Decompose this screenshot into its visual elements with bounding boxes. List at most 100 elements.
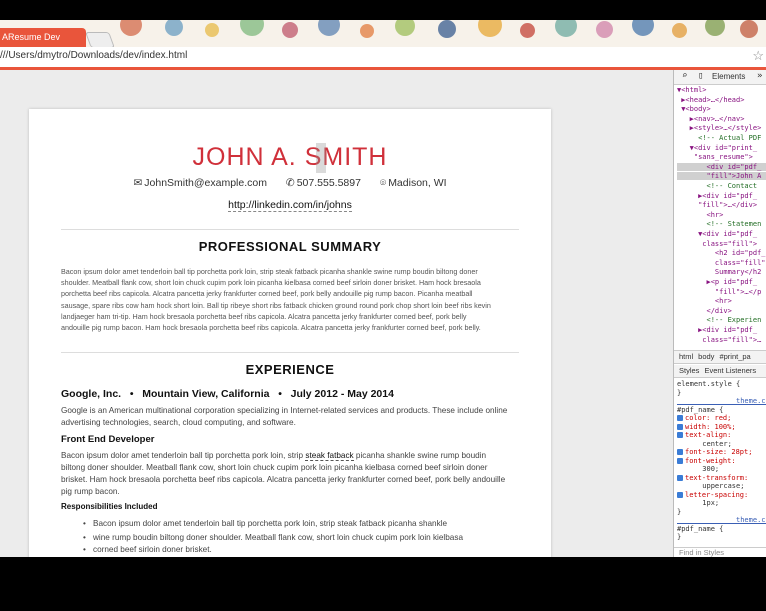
crumb-print[interactable]: #print_pa [719,352,750,361]
resume-paper: JOHN A. SMITH ✉ JohnSmith@example.com ✆ 50… [29,109,551,557]
browser-tab-strip: AResume Dev [0,20,766,47]
style-property[interactable]: font-size: 28pt; [685,448,752,456]
dom-tree-line[interactable]: "fill">John A [677,172,766,181]
styles-tabs: Styles Event Listeners [674,365,766,378]
tab-styles[interactable]: Styles [679,366,699,375]
style-property[interactable]: font-weight: [685,457,736,465]
dom-tree-line[interactable]: ▶<style>…</style> [677,124,766,132]
property-checkbox[interactable] [677,457,683,464]
devtools-toolbar: ⌕ ▯ Elements » [674,70,766,85]
dom-tree-line[interactable]: "fill">…</div> [677,201,766,209]
style-rule-line: color: red; [677,414,731,422]
dom-tree-line[interactable]: ▶<head>…</head> [677,96,766,104]
linkedin-link[interactable]: http://linkedin.com/in/johns [228,199,352,212]
contact-line: ✉ JohnSmith@example.com ✆ 507.555.5897 ⌾ Ma… [29,177,551,190]
style-rule-line: #pdf_name { [677,524,724,533]
company-description: Google is an American multinational corp… [61,406,508,427]
style-rule-line: } [677,388,682,397]
dom-tree-line[interactable]: ▶<nav>…</nav> [677,115,766,123]
phone-icon: ✆ [285,177,295,189]
style-rule-line: center; [677,439,732,448]
style-property[interactable]: text-align: [685,431,731,439]
property-checkbox[interactable] [677,449,683,455]
tab-elements[interactable]: Elements [712,72,745,81]
property-checkbox[interactable] [677,423,683,430]
dom-tree-line[interactable]: <hr> [677,211,766,219]
dom-tree-line[interactable]: ▼<body> [677,105,766,113]
new-tab-button[interactable] [85,32,115,47]
summary-heading: PROFESSIONAL SUMMARY [198,239,382,254]
experience-heading: EXPERIENCE [245,362,335,377]
dom-tree[interactable]: ▼<html> ▶<head>…</head> ▼<body> ▶<nav>…<… [677,86,766,348]
list-item: wine rump boudin biltong doner shoulder.… [83,532,513,544]
devtools-panel: ⌕ ▯ Elements » ▼<html> ▶<head>…</head> ▼… [673,70,766,557]
dom-tree-line[interactable]: <!-- Actual PDF [677,134,766,142]
contact-phone: ✆ 507.555.5897 [285,177,361,189]
dom-tree-line[interactable]: ▶<p id="pdf_ [677,278,766,286]
dom-tree-line[interactable]: class="fill"> [677,240,766,248]
bookmark-star-icon[interactable]: ☆ [752,48,764,64]
search-icon[interactable]: ⌕ [682,71,687,81]
style-rule-line: } [677,507,682,516]
style-rule-line: font-size: 28pt; [677,448,752,456]
device-icon[interactable]: ▯ [698,71,703,81]
text-cursor-highlight [316,143,326,173]
browser-tab-active[interactable]: AResume Dev [0,28,86,47]
dom-tree-line[interactable]: ▼<div id="print_ [677,144,766,152]
dom-tree-line[interactable]: "sans_resume"> [677,153,766,161]
dom-tree-line[interactable]: <hr> [677,297,766,305]
style-rule-line: 300; [677,465,720,473]
breadcrumb: html body #print_pa [674,350,766,364]
crumb-body[interactable]: body [698,352,714,361]
divider [61,352,519,353]
find-in-styles-input[interactable]: Find in Styles [674,547,766,557]
responsibilities-heading: Responsibilities Included [61,502,158,511]
tab-event-listeners[interactable]: Event Listeners [704,366,756,375]
style-rule-line: theme.css:87 [736,516,766,524]
role-title: Front End Developer [61,434,155,445]
dom-tree-line[interactable]: <!-- Experien [677,316,766,324]
property-checkbox[interactable] [677,474,683,481]
list-item-continued: corned beef sirloin doner brisket. [83,544,513,556]
style-property[interactable]: color: red; [685,414,731,422]
property-checkbox[interactable] [677,491,683,498]
dom-tree-line[interactable]: ▶<div id="pdf_ [677,326,766,334]
job-header: Google, Inc. • Mountain View, California… [61,388,394,400]
dom-tree-line[interactable]: Summary</h2 [677,268,766,276]
dom-tree-line[interactable]: ▼<html> [677,86,766,94]
location-pin-icon: ⌾ [379,177,387,189]
dom-tree-line[interactable]: <!-- Contact [677,182,766,190]
style-rule-line: } [677,533,682,541]
crumb-html[interactable]: html [679,352,693,361]
style-rule-line: uppercase; [677,482,745,490]
style-rule-line: letter-spacing: [677,491,748,499]
style-property[interactable]: letter-spacing: [685,491,748,499]
page-viewport: JOHN A. SMITH ✉ JohnSmith@example.com ✆ 50… [0,70,673,557]
dom-tree-line[interactable]: ▼<div id="pdf_ [677,230,766,238]
divider [61,229,519,230]
dom-tree-line[interactable]: </div> [677,307,766,315]
style-property[interactable]: width: 100%; [685,423,736,431]
style-rule-line: text-transform: [677,474,748,482]
dom-tree-line[interactable]: class="fill">… [677,336,766,344]
address-bar[interactable]: ///Users/dmytro/Downloads/dev/index.html… [0,47,766,70]
property-checkbox[interactable] [677,432,683,438]
dom-tree-line[interactable]: ▶<div id="pdf_ [677,192,766,200]
tab-title: AResume Dev [2,32,61,42]
dom-tree-line[interactable]: "fill">…</p [677,288,766,296]
more-tabs-icon[interactable]: » [757,71,762,81]
dom-tree-line[interactable]: <div id="pdf_ [677,162,766,171]
linkedin-link-row: http://linkedin.com/in/johns [29,199,551,212]
dom-tree-line[interactable]: <!-- Statemen [677,220,766,228]
property-checkbox[interactable] [677,415,683,421]
styles-pane[interactable]: element.style {} theme.css:77 #pdf_name {… [674,380,766,545]
contact-email: ✉ JohnSmith@example.com [133,177,267,189]
highlighted-phrase: steak fatback [305,451,354,461]
dom-tree-line[interactable]: class="fill" [677,259,766,267]
resume-name: JOHN A. SMITH [192,143,388,171]
style-rule-line: element.style { [677,380,741,388]
screen: AResume Dev ///Users/dmytro/Downloads/de… [0,20,766,557]
style-property[interactable]: text-transform: [685,474,748,482]
style-rule-line: 1px; [677,499,720,507]
dom-tree-line[interactable]: <h2 id="pdf_ [677,249,766,257]
